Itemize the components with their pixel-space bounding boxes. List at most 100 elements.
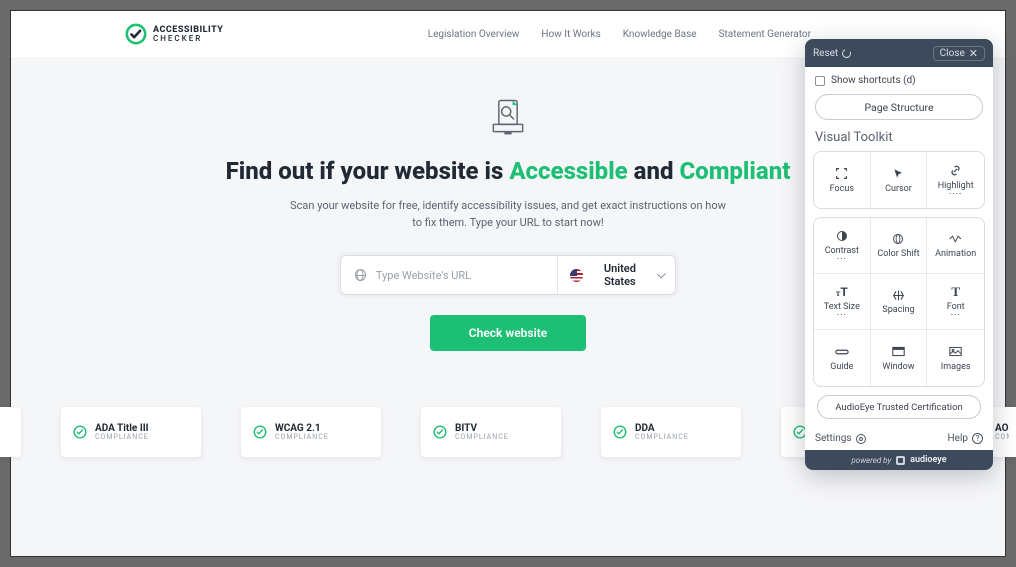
url-input-wrap <box>341 269 557 282</box>
card-sub: COMPLIANCE <box>635 434 689 442</box>
tool-label: Window <box>882 362 914 372</box>
check-icon <box>433 425 447 439</box>
focus-icon <box>835 167 849 181</box>
tool-label: Guide <box>830 362 853 372</box>
contrast-icon <box>835 229 849 243</box>
globe-icon <box>355 269 366 281</box>
reset-label: Reset <box>813 48 838 59</box>
tool-contrast[interactable]: Contrast ··· <box>814 218 871 274</box>
tool-window[interactable]: Window <box>871 330 928 386</box>
panel-header: Reset Close ✕ <box>805 39 993 67</box>
headline-compliant: Compliant <box>679 157 790 185</box>
app-viewport: ACCESSIBILITY CHECKER Legislation Overvi… <box>10 10 1006 557</box>
main-nav: Legislation Overview How It Works Knowle… <box>428 29 811 40</box>
tool-spacing[interactable]: Spacing <box>871 274 928 330</box>
panel-footer: Settings Help ? <box>805 427 993 450</box>
guide-icon <box>835 345 849 359</box>
compliance-card[interactable]: BITVCOMPLIANCE <box>421 407 561 457</box>
compliance-card[interactable]: ADA Title IIICOMPLIANCE <box>61 407 201 457</box>
link-icon <box>949 164 963 178</box>
tool-label: Color Shift <box>877 249 919 259</box>
tool-highlight[interactable]: Highlight ···· <box>927 152 984 208</box>
close-icon: ✕ <box>969 48 978 59</box>
color-shift-icon <box>891 232 905 246</box>
help-label: Help <box>948 433 968 444</box>
us-flag-icon <box>570 269 583 282</box>
audioeye-name: audioeye <box>910 455 946 465</box>
shortcuts-toggle[interactable]: Show shortcuts (d) <box>805 67 993 94</box>
tool-focus[interactable]: Focus <box>814 152 871 208</box>
headline-and: and <box>628 157 680 185</box>
page-structure-button[interactable]: Page Structure <box>815 94 983 120</box>
gear-icon <box>856 434 866 444</box>
check-website-button[interactable]: Check website <box>430 315 586 351</box>
country-selector[interactable]: United States <box>557 256 675 294</box>
text-size-icon: тT <box>835 285 849 299</box>
dots-icon: ··· <box>837 259 847 262</box>
compliance-card[interactable]: x x <box>0 407 21 457</box>
dots-icon: ··· <box>951 315 961 318</box>
tool-animation[interactable]: Animation <box>927 218 984 274</box>
help-button[interactable]: Help ? <box>948 433 983 444</box>
nav-statement-generator[interactable]: Statement Generator <box>719 29 811 40</box>
spacing-icon <box>891 288 905 302</box>
url-search-row: United States <box>340 255 676 295</box>
tool-color-shift[interactable]: Color Shift <box>871 218 928 274</box>
shortcuts-label: Show shortcuts (d) <box>831 75 916 86</box>
brand-bottom: CHECKER <box>153 35 223 43</box>
tool-cursor[interactable]: Cursor <box>871 152 928 208</box>
refresh-icon <box>841 47 853 59</box>
tool-label: Images <box>941 362 971 372</box>
checkbox-icon <box>815 76 825 86</box>
accessibility-panel: Reset Close ✕ Show shortcuts (d) Page St… <box>805 39 993 470</box>
images-icon <box>949 345 963 359</box>
visual-toolkit-title: Visual Toolkit <box>805 128 993 151</box>
card-sub: COMPLIANCE <box>455 434 509 442</box>
tool-label: Cursor <box>885 184 912 194</box>
chevron-down-icon <box>657 269 666 278</box>
logo-text: ACCESSIBILITY CHECKER <box>153 26 223 43</box>
reset-button[interactable]: Reset <box>813 48 851 59</box>
dots-icon: ··· <box>837 315 847 318</box>
close-button[interactable]: Close ✕ <box>933 46 985 61</box>
certification-button[interactable]: AudioEye Trusted Certification <box>817 395 981 419</box>
tool-text-size[interactable]: тT Text Size ··· <box>814 274 871 330</box>
audioeye-logo-icon <box>896 456 905 465</box>
animation-icon <box>949 232 963 246</box>
card-sub: COMPLIANCE <box>275 434 329 442</box>
check-icon <box>73 425 87 439</box>
tool-label: Spacing <box>882 305 914 315</box>
logo-check-icon <box>125 23 147 45</box>
settings-button[interactable]: Settings <box>815 433 866 444</box>
nav-how-it-works[interactable]: How It Works <box>541 29 600 40</box>
help-icon: ? <box>972 433 983 444</box>
compliance-card[interactable]: WCAG 2.1COMPLIANCE <box>241 407 381 457</box>
powered-by: powered by audioeye <box>805 450 993 470</box>
url-input[interactable] <box>376 269 543 282</box>
dots-icon: ···· <box>949 194 962 197</box>
settings-label: Settings <box>815 433 852 444</box>
headline-prefix: Find out if your website is <box>226 157 510 185</box>
nav-knowledge-base[interactable]: Knowledge Base <box>623 29 697 40</box>
tool-label: Animation <box>935 249 976 259</box>
powered-by-label: powered by <box>851 456 891 465</box>
font-icon: T <box>949 285 963 299</box>
nav-legislation[interactable]: Legislation Overview <box>428 29 520 40</box>
tool-label: Highlight <box>938 181 974 191</box>
sub-headline: Scan your website for free, identify acc… <box>288 197 728 231</box>
close-label: Close <box>940 48 965 59</box>
check-icon <box>613 425 627 439</box>
tool-font[interactable]: T Font ··· <box>927 274 984 330</box>
check-icon <box>253 425 267 439</box>
toolkit-grid-1: Focus Cursor Highlight ···· <box>813 151 985 209</box>
tool-label: Focus <box>830 184 854 194</box>
tool-images[interactable]: Images <box>927 330 984 386</box>
cursor-icon <box>891 167 905 181</box>
card-sub: COMPLIANCE <box>995 434 1009 442</box>
scan-document-icon <box>486 95 530 139</box>
headline-accessible: Accessible <box>509 157 627 185</box>
tool-guide[interactable]: Guide <box>814 330 871 386</box>
logo[interactable]: ACCESSIBILITY CHECKER <box>125 23 223 45</box>
toolkit-grid-2: Contrast ··· Color Shift Animation тT Te… <box>813 217 985 387</box>
compliance-card[interactable]: DDACOMPLIANCE <box>601 407 741 457</box>
